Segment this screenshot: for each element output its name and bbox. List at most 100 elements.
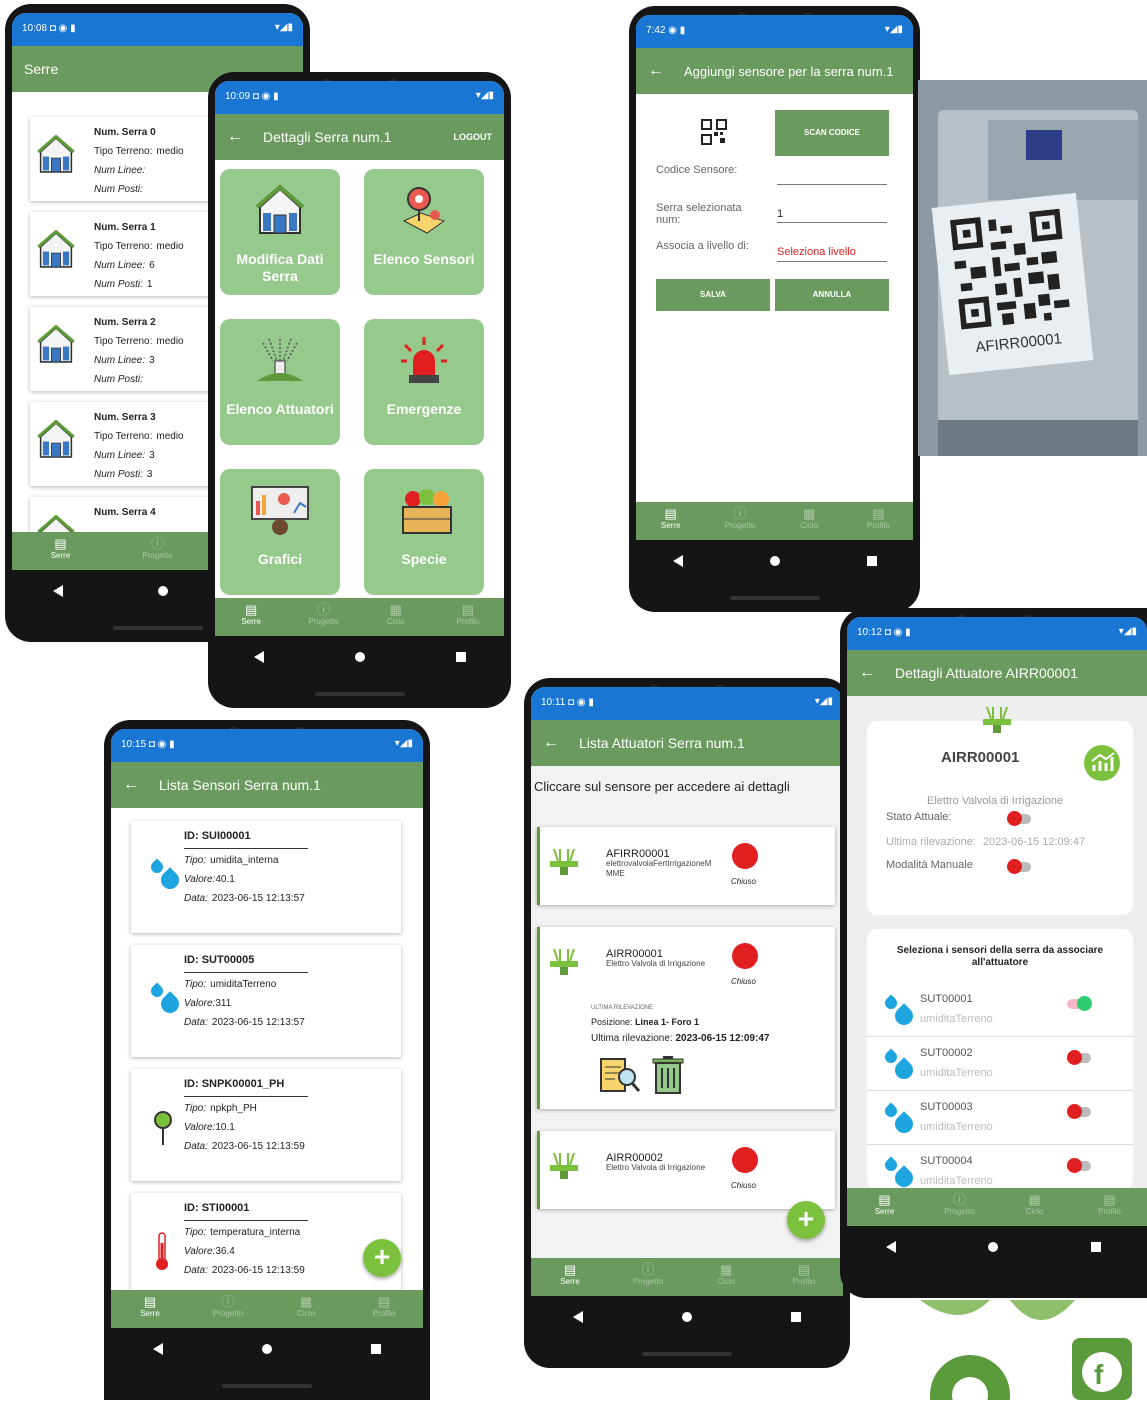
manuale-toggle[interactable] — [1007, 859, 1031, 874]
nav-serre[interactable]: ▤ Serre — [531, 1258, 609, 1296]
actuator-card: AIRR00001 Elettro Valvola di Irrigazione… — [867, 706, 1133, 915]
list-icon: ▤ — [563, 1262, 577, 1277]
nav-label: Progetto — [632, 1277, 664, 1286]
nav-profilo[interactable]: ▤ Profilo — [432, 598, 504, 636]
tipo-row: Tipo: umiditaTerreno — [184, 975, 308, 994]
codice-sensore-input[interactable] — [777, 170, 887, 185]
greenhouse-card[interactable]: Num. Serra 3 Tipo Terreno: medio Num Linee:… — [30, 402, 220, 486]
actuator-card[interactable]: AIRR00002 Elettro Valvola di Irrigazione C… — [537, 1131, 835, 1209]
nav-profilo[interactable]: ▤ Profilo — [1072, 1188, 1147, 1226]
nav-progetto[interactable]: ⓘ Progetto — [705, 502, 774, 540]
tile-elenco-sensori[interactable]: Elenco Sensori — [364, 169, 484, 295]
back-arrow-icon[interactable]: ← — [543, 734, 559, 752]
nav-label: Ciclo — [1025, 1207, 1044, 1216]
tile-grafici[interactable]: Grafici — [220, 469, 340, 595]
nav-ciclo[interactable]: ▦Ciclo — [687, 1258, 765, 1296]
tipo-value: umidita_interna — [210, 855, 279, 866]
tipo-value: temperatura_interna — [210, 1227, 301, 1238]
back-icon[interactable] — [886, 1241, 897, 1253]
home-icon[interactable] — [988, 1242, 999, 1252]
nav-progetto[interactable]: ⓘ Progetto — [609, 1258, 687, 1296]
nav-ciclo[interactable]: ▦Ciclo — [267, 1290, 345, 1328]
document-search-icon[interactable] — [599, 1055, 641, 1095]
serra-input[interactable]: 1 — [777, 208, 887, 223]
recents-icon[interactable] — [790, 1312, 801, 1322]
greenhouse-card[interactable]: Num. Serra 1 Tipo Terreno: medio Num Linee:… — [30, 212, 220, 296]
livello-select[interactable]: Seleziona livello — [777, 246, 887, 262]
home-icon[interactable] — [681, 1312, 692, 1322]
nav-serre[interactable]: ▤ Serre — [12, 532, 109, 570]
sensor-row[interactable]: SUT00003 umiditaTerreno — [867, 1091, 1133, 1145]
back-icon[interactable] — [52, 585, 63, 597]
back-arrow-icon[interactable]: ← — [123, 776, 139, 794]
tile-specie[interactable]: Specie — [364, 469, 484, 595]
greenhouse-card[interactable]: Num. Serra 2 Tipo Terreno: medio Num Linee:… — [30, 307, 220, 391]
home-icon[interactable] — [157, 586, 168, 596]
nav-progetto[interactable]: ⓘ Progetto — [287, 598, 359, 636]
nav-profilo[interactable]: ▤ Profilo — [765, 1258, 843, 1296]
nav-ciclo[interactable]: ▦Ciclo — [360, 598, 432, 636]
tile-elenco-attuatori[interactable]: Elenco Attuatori — [220, 319, 340, 445]
system-nav — [104, 1328, 430, 1370]
sensor-card[interactable]: ID: SNPK00001_PH Tipo: npkph_PH Valore:10.1… — [131, 1069, 401, 1181]
nav-progetto[interactable]: ⓘ Progetto — [922, 1188, 997, 1226]
back-arrow-icon[interactable]: ← — [859, 664, 875, 682]
nav-serre[interactable]: ▤ Serre — [636, 502, 705, 540]
status-bar: 10:12 ◘ ◉ ▮ ▾◢▮ — [847, 617, 1147, 650]
home-icon[interactable] — [769, 556, 780, 566]
tile-modifica-dati[interactable]: Modifica Dati Serra — [220, 169, 340, 295]
actuator-card[interactable]: AFIRR00001 elettrovalvolaFertIrrigazioneM… — [537, 827, 835, 905]
valore-value: 311 — [215, 998, 232, 1009]
sensor-row[interactable]: SUT00002 umiditaTerreno — [867, 1037, 1133, 1091]
back-icon[interactable] — [153, 1343, 164, 1355]
nav-profilo[interactable]: ▤ Profilo — [345, 1290, 423, 1328]
recents-icon[interactable] — [370, 1344, 381, 1354]
back-arrow-icon[interactable]: ← — [227, 128, 243, 146]
back-icon[interactable] — [253, 651, 264, 663]
nav-progetto[interactable]: ⓘ Progetto — [109, 532, 206, 570]
nav-label: Serre — [660, 521, 681, 530]
sensor-row[interactable]: SUT00001 umiditaTerreno — [867, 983, 1133, 1037]
home-icon[interactable] — [261, 1344, 272, 1354]
trash-icon[interactable] — [651, 1055, 685, 1095]
recents-icon[interactable] — [1090, 1242, 1101, 1252]
chart-icon[interactable] — [1084, 745, 1120, 781]
status-label: Chiuso — [731, 977, 756, 986]
tile-emergenze[interactable]: Emergenze — [364, 319, 484, 445]
annulla-button[interactable]: ANNULLA — [775, 279, 889, 311]
sprinkler-icon — [257, 338, 303, 381]
back-icon[interactable] — [573, 1311, 584, 1323]
associate-toggle[interactable] — [1067, 996, 1092, 1011]
nav-profilo[interactable]: ▤ Profilo — [844, 502, 913, 540]
qr-code-icon — [949, 208, 1071, 330]
salva-button[interactable]: SALVA — [656, 279, 770, 311]
back-icon[interactable] — [672, 555, 683, 567]
nav-progetto[interactable]: ⓘ Progetto — [189, 1290, 267, 1328]
add-sensor-button[interactable]: + — [363, 1239, 401, 1277]
page-title: Dettagli Attuatore AIRR00001 — [895, 665, 1078, 681]
sensor-card[interactable]: ID: STI00001 Tipo: temperatura_interna Valo… — [131, 1193, 401, 1305]
associate-toggle[interactable] — [1067, 1158, 1091, 1173]
nav-ciclo[interactable]: ▦Ciclo — [775, 502, 844, 540]
associate-toggle[interactable] — [1067, 1104, 1091, 1119]
stato-toggle[interactable] — [1007, 811, 1031, 826]
associate-toggle[interactable] — [1067, 1050, 1091, 1065]
logout-button[interactable]: LOGOUT — [454, 132, 493, 142]
actuator-id: AFIRR00001 — [606, 848, 670, 860]
scan-code-button[interactable]: SCAN CODICE — [775, 110, 889, 156]
water-drop-icon — [882, 994, 917, 1029]
calendar-icon: ▦ — [802, 506, 816, 521]
add-actuator-button[interactable]: + — [787, 1201, 825, 1239]
recents-icon[interactable] — [455, 652, 466, 662]
nav-serre[interactable]: ▤ Serre — [111, 1290, 189, 1328]
home-icon[interactable] — [354, 652, 365, 662]
nav-serre[interactable]: ▤ Serre — [215, 598, 287, 636]
recents-icon[interactable] — [866, 556, 877, 566]
nav-ciclo[interactable]: ▦Ciclo — [997, 1188, 1072, 1226]
back-arrow-icon[interactable]: ← — [648, 62, 664, 80]
sensor-card[interactable]: ID: SUI00001 Tipo: umidita_interna Valore:4… — [131, 821, 401, 933]
nav-serre[interactable]: ▤ Serre — [847, 1188, 922, 1226]
sensor-card[interactable]: ID: SUT00005 Tipo: umiditaTerreno Valore:31… — [131, 945, 401, 1057]
greenhouse-card[interactable]: Num. Serra 0 Tipo Terreno: medio Num Linee:… — [30, 117, 220, 201]
linee-value: 3 — [149, 355, 155, 366]
